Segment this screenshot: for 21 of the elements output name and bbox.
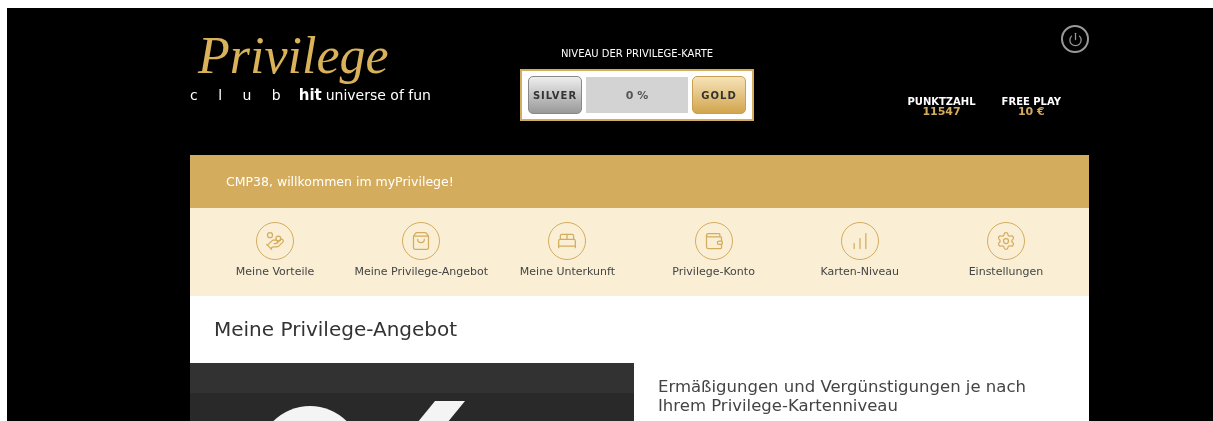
nav-item[interactable]: Meine Privilege-Angebot [348,208,495,296]
stat-value: 11547 [922,107,961,117]
logo-tagline: universe of fun [325,87,431,103]
nav-item[interactable]: Einstellungen [932,208,1080,296]
page-title: Meine Privilege-Angebot [213,316,459,343]
nav-item[interactable]: Karten-Niveau [786,208,933,296]
nav-item[interactable]: Meine Vorteile [202,208,349,296]
nav-item[interactable]: Privilege-Konto [640,208,787,296]
welcome-text: CMP38, willkommen im myPrivilege! [226,174,454,189]
logo-club: c l u b [190,87,289,103]
offer-description: Ermäßigungen und Vergünstigungen je nach Ihrem Privilege-Kartenniveau [658,377,1027,417]
stat-value: 10 € [1017,107,1045,117]
progress-reading: 0 % [625,88,649,102]
target-level-badge: GOLD [692,76,746,114]
stat-label: FREE PLAY [1001,96,1061,107]
logo-script: Privilege [196,30,390,82]
card-level-title: NIVEAU DER PRIVILEGE-KARTE [560,48,714,59]
nav-item[interactable]: Meine Unterkunft [494,208,641,296]
logo-brand: hit [298,86,322,104]
stat-label: PUNKTZAHL [907,96,976,107]
start-level-badge: SILVER [528,76,582,114]
